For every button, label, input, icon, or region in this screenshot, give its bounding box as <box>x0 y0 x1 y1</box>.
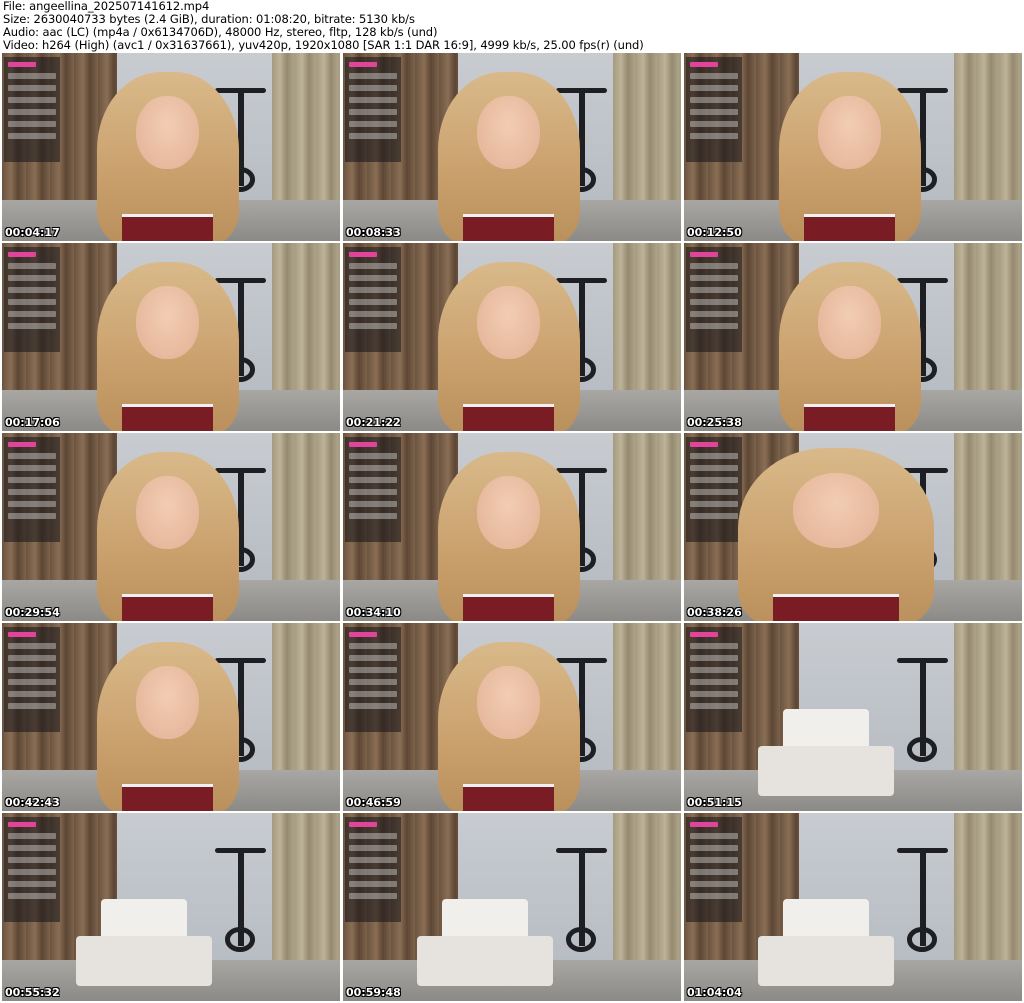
thumbnail-timestamp: 00:34:10 <box>346 606 401 619</box>
person-figure <box>778 71 921 241</box>
video-thumbnail: 00:38:26 <box>684 433 1022 621</box>
person-figure <box>738 448 935 621</box>
video-thumbnail: 00:51:15 <box>684 623 1022 811</box>
person-figure <box>96 261 239 431</box>
thumbnail-timestamp: 00:59:48 <box>346 986 401 999</box>
video-thumbnail: 00:42:43 <box>2 623 340 811</box>
exercise-bike <box>214 839 266 953</box>
video-info-header: File: angeellina_202507141612.mp4 Size: … <box>3 0 1021 52</box>
video-thumbnail: 00:29:54 <box>2 433 340 621</box>
thumbnail-timestamp: 00:17:06 <box>5 416 60 429</box>
video-thumbnail: 00:21:22 <box>343 243 681 431</box>
person-figure <box>437 451 580 621</box>
stream-overlay-panel <box>686 627 742 733</box>
video-thumbnail: 00:59:48 <box>343 813 681 1001</box>
stream-overlay-panel <box>686 817 742 923</box>
video-thumbnail: 00:46:59 <box>343 623 681 811</box>
thumbnail-timestamp: 00:55:32 <box>5 986 60 999</box>
stream-overlay-panel <box>345 817 401 923</box>
thumbnail-timestamp: 00:25:38 <box>687 416 742 429</box>
video-thumbnail: 00:25:38 <box>684 243 1022 431</box>
stream-overlay-panel <box>345 57 401 163</box>
exercise-bike <box>555 839 607 953</box>
thumbnail-timestamp: 00:38:26 <box>687 606 742 619</box>
thumbnail-timestamp: 00:42:43 <box>5 796 60 809</box>
stream-overlay-panel <box>686 437 742 543</box>
thumbnail-timestamp: 00:21:22 <box>346 416 401 429</box>
stream-overlay-panel <box>4 627 60 733</box>
video-thumbnail: 00:17:06 <box>2 243 340 431</box>
stream-overlay-panel <box>686 57 742 163</box>
thumbnail-timestamp: 00:51:15 <box>687 796 742 809</box>
stream-overlay-panel <box>4 817 60 923</box>
white-chair <box>417 899 553 986</box>
stream-overlay-panel <box>686 247 742 353</box>
exercise-bike <box>896 649 948 763</box>
stream-overlay-panel <box>4 437 60 543</box>
thumbnail-timestamp: 00:46:59 <box>346 796 401 809</box>
person-figure <box>96 71 239 241</box>
thumbnail-timestamp: 01:04:04 <box>687 986 742 999</box>
thumbnail-timestamp: 00:04:17 <box>5 226 60 239</box>
video-thumbnail: 00:08:33 <box>343 53 681 241</box>
person-figure <box>437 641 580 811</box>
video-thumbnail: 00:12:50 <box>684 53 1022 241</box>
stream-overlay-panel <box>4 247 60 353</box>
white-chair <box>758 899 894 986</box>
person-figure <box>96 451 239 621</box>
thumbnail-timestamp: 00:29:54 <box>5 606 60 619</box>
video-thumbnail: 00:34:10 <box>343 433 681 621</box>
video-info-line: Video: h264 (High) (avc1 / 0x31637661), … <box>3 38 644 52</box>
stream-overlay-panel <box>4 57 60 163</box>
exercise-bike <box>896 839 948 953</box>
thumbnail-timestamp: 00:12:50 <box>687 226 742 239</box>
stream-overlay-panel <box>345 247 401 353</box>
video-thumbnail: 01:04:04 <box>684 813 1022 1001</box>
white-chair <box>758 709 894 796</box>
thumbnail-grid: 00:04:17 00:08:33 00:12:50 00:17:06 00:21:22… <box>2 53 1022 1003</box>
person-figure <box>437 71 580 241</box>
stream-overlay-panel <box>345 437 401 543</box>
white-chair <box>76 899 212 986</box>
person-figure <box>437 261 580 431</box>
video-thumbnail: 00:04:17 <box>2 53 340 241</box>
person-figure <box>96 641 239 811</box>
stream-overlay-panel <box>345 627 401 733</box>
person-figure <box>778 261 921 431</box>
video-thumbnail: 00:55:32 <box>2 813 340 1001</box>
thumbnail-timestamp: 00:08:33 <box>346 226 401 239</box>
